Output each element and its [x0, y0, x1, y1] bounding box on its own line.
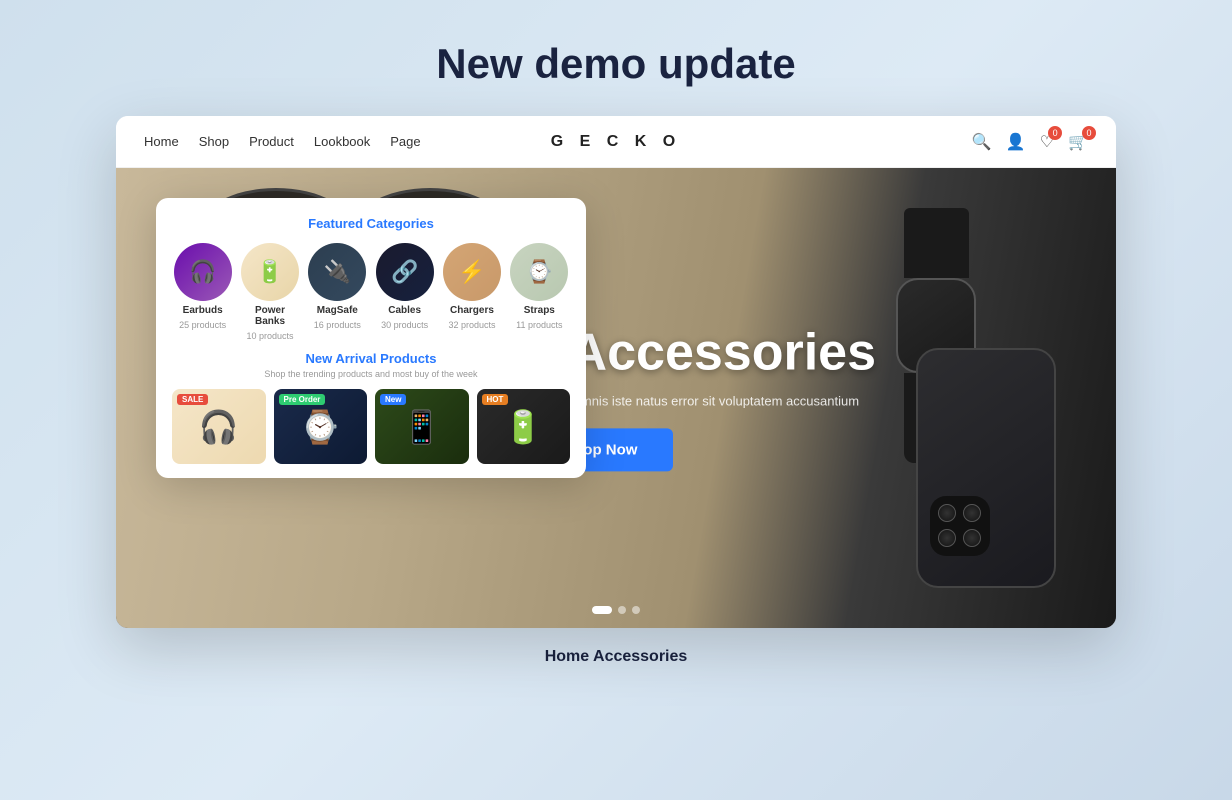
category-powerbanks[interactable]: 🔋 Power Banks 10 products: [239, 243, 300, 341]
browser-window: Home Shop Product Lookbook Page G E C K …: [116, 116, 1116, 628]
magsafe-icon: 🔌: [308, 243, 366, 301]
bottom-label: Home Accessories: [545, 648, 688, 666]
straps-label: Straps: [524, 305, 555, 316]
cart-icon[interactable]: 🛒 0: [1068, 132, 1088, 152]
chargers-count: 32 products: [448, 320, 495, 330]
new-arrivals-title: New Arrival Products: [172, 351, 570, 366]
search-icon[interactable]: 🔍: [972, 132, 992, 152]
featured-categories-title: Featured Categories: [172, 216, 570, 231]
product-headphone[interactable]: SALE 🎧: [172, 389, 266, 464]
nav-shop[interactable]: Shop: [199, 134, 229, 149]
category-cables[interactable]: 🔗 Cables 30 products: [374, 243, 435, 341]
featured-popup: Featured Categories 🎧 Earbuds 25 product…: [156, 198, 586, 478]
products-row: SALE 🎧 Pre Order ⌚ New 📱 HOT 🔋: [172, 389, 570, 464]
nav-links: Home Shop Product Lookbook Page: [144, 134, 421, 149]
watch-band-top: [904, 208, 969, 278]
camera-bump: [930, 496, 990, 556]
product-case[interactable]: New 📱: [375, 389, 469, 464]
straps-count: 11 products: [516, 320, 562, 330]
navbar: Home Shop Product Lookbook Page G E C K …: [116, 116, 1116, 168]
camera-lens-4: [963, 529, 981, 547]
hero-section: e Accessories is unde omnis iste natus e…: [116, 168, 1116, 628]
dot-2[interactable]: [618, 606, 626, 614]
badge-new: New: [380, 394, 406, 405]
account-icon[interactable]: 👤: [1006, 132, 1026, 152]
powerbanks-count: 10 products: [246, 331, 293, 341]
camera-lens-3: [938, 529, 956, 547]
cables-count: 30 products: [381, 320, 428, 330]
camera-lens-1: [938, 504, 956, 522]
wishlist-icon[interactable]: ♡ 0: [1040, 132, 1054, 152]
category-magsafe[interactable]: 🔌 MagSafe 16 products: [307, 243, 368, 341]
category-straps[interactable]: ⌚ Straps 11 products: [509, 243, 570, 341]
nav-lookbook[interactable]: Lookbook: [314, 134, 370, 149]
badge-preorder: Pre Order: [279, 394, 326, 405]
chargers-label: Chargers: [450, 305, 494, 316]
earbuds-count: 25 products: [179, 320, 226, 330]
magsafe-count: 16 products: [314, 320, 361, 330]
nav-page[interactable]: Page: [390, 134, 420, 149]
badge-hot: HOT: [482, 394, 509, 405]
nav-product[interactable]: Product: [249, 134, 294, 149]
wishlist-badge: 0: [1048, 126, 1062, 140]
dot-3[interactable]: [632, 606, 640, 614]
brand-logo[interactable]: G E C K O: [551, 133, 681, 151]
powerbanks-icon: 🔋: [241, 243, 299, 301]
phone-body: [916, 348, 1056, 588]
chargers-icon: ⚡: [443, 243, 501, 301]
earbuds-label: Earbuds: [183, 305, 223, 316]
slider-dots: [592, 606, 640, 614]
category-chargers[interactable]: ⚡ Chargers 32 products: [441, 243, 502, 341]
cart-badge: 0: [1082, 126, 1096, 140]
page-title: New demo update: [436, 40, 795, 88]
dot-1[interactable]: [592, 606, 612, 614]
product-battery[interactable]: HOT 🔋: [477, 389, 571, 464]
categories-row: 🎧 Earbuds 25 products 🔋 Power Banks 10 p…: [172, 243, 570, 341]
product-watch[interactable]: Pre Order ⌚: [274, 389, 368, 464]
earbuds-icon: 🎧: [174, 243, 232, 301]
cables-label: Cables: [388, 305, 421, 316]
nav-icons: 🔍 👤 ♡ 0 🛒 0: [972, 132, 1088, 152]
nav-home[interactable]: Home: [144, 134, 179, 149]
camera-lens-2: [963, 504, 981, 522]
badge-sale: SALE: [177, 394, 208, 405]
new-arrivals-subtitle: Shop the trending products and most buy …: [172, 369, 570, 379]
phone-decoration: [916, 348, 1056, 588]
powerbanks-label: Power Banks: [239, 305, 300, 327]
straps-icon: ⌚: [510, 243, 568, 301]
magsafe-label: MagSafe: [317, 305, 358, 316]
cables-icon: 🔗: [376, 243, 434, 301]
category-earbuds[interactable]: 🎧 Earbuds 25 products: [172, 243, 233, 341]
